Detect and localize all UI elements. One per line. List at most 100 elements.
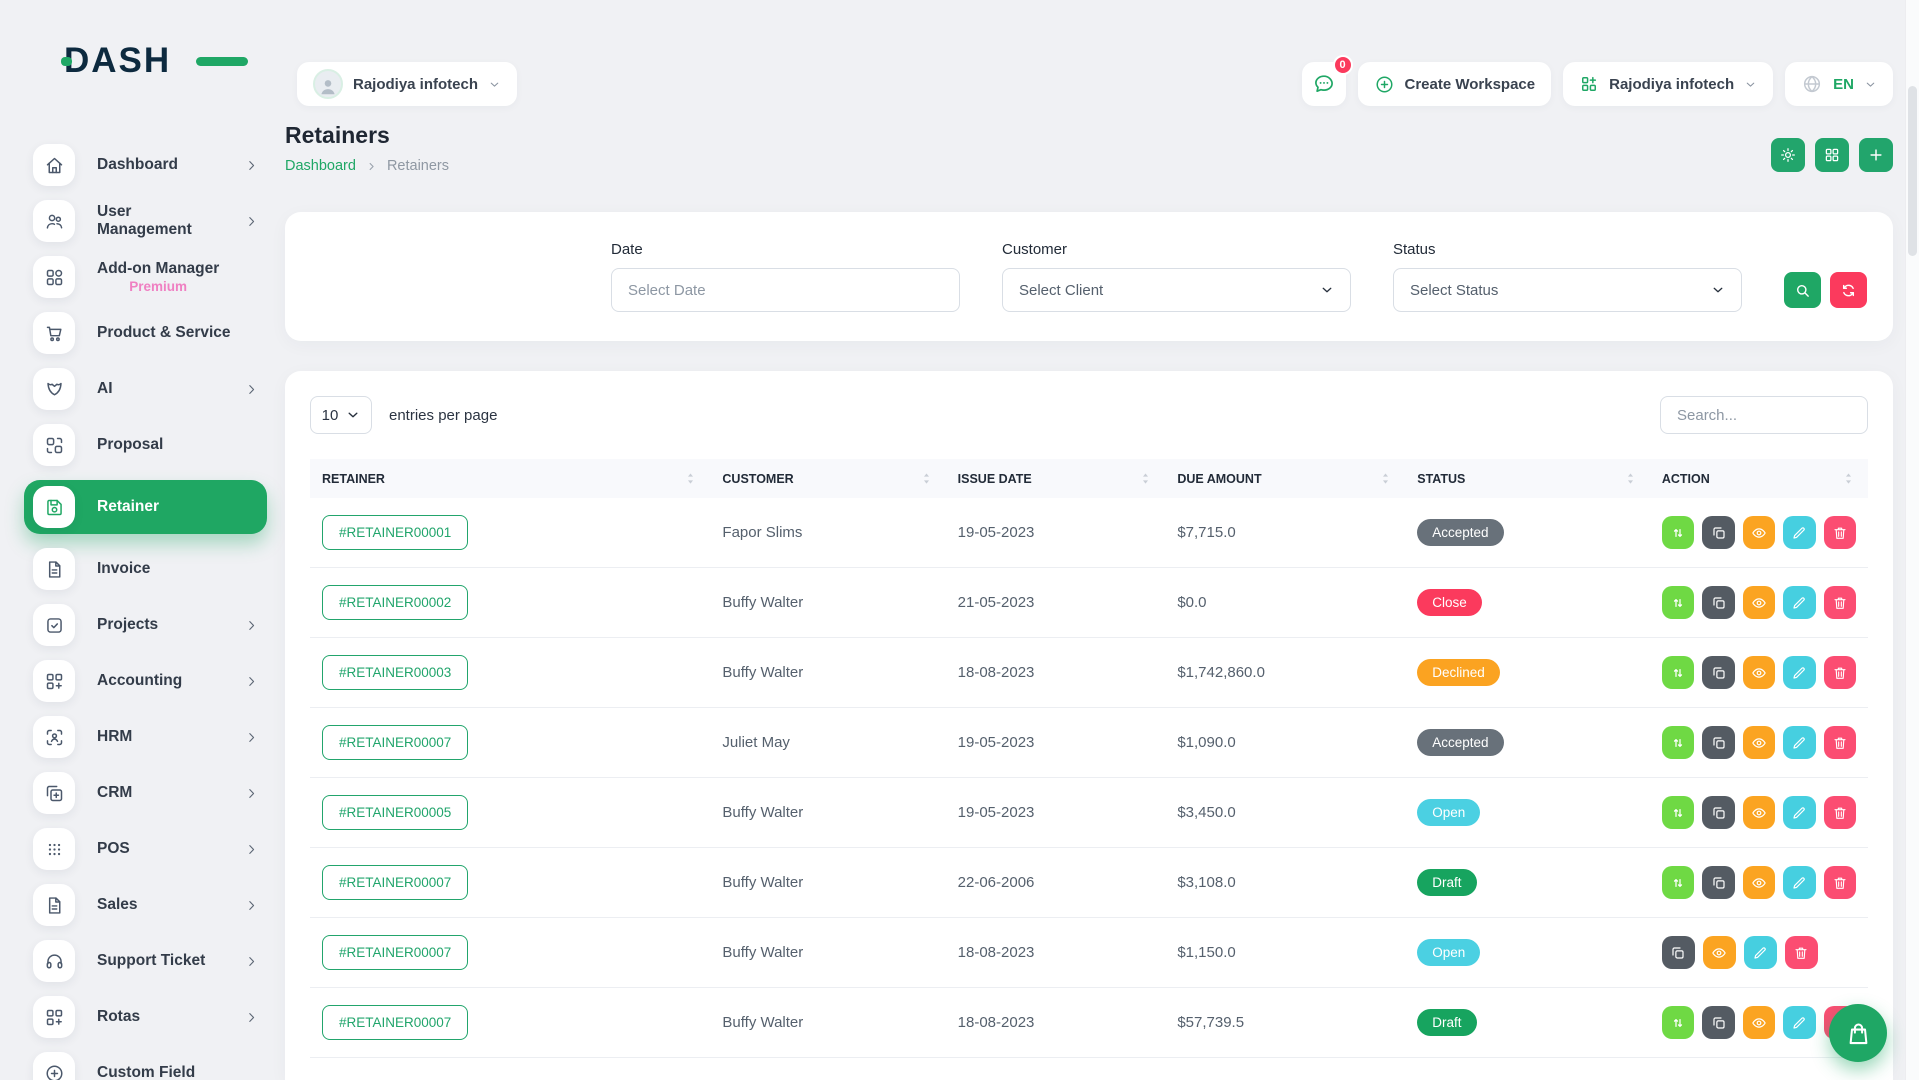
sidebar-item-projects[interactable]: Projects [24, 604, 267, 646]
date-input[interactable] [611, 268, 960, 312]
convert-button[interactable] [1662, 726, 1694, 759]
edit-button[interactable] [1783, 656, 1815, 689]
scrollbar-thumb[interactable] [1908, 86, 1917, 256]
company-dropdown[interactable]: Rajodiya infotech [1563, 62, 1773, 106]
copy-button[interactable] [1662, 936, 1695, 969]
convert-button[interactable] [1662, 656, 1694, 689]
sidebar-item-rotas[interactable]: Rotas [24, 996, 267, 1038]
sidebar-item-label: Accounting [97, 672, 182, 690]
sort-icon[interactable] [1623, 471, 1638, 486]
sort-icon[interactable] [683, 471, 698, 486]
status-select[interactable]: Select Status [1393, 268, 1742, 312]
convert-button[interactable] [1662, 866, 1694, 899]
delete-button[interactable] [1824, 796, 1856, 829]
column-header-customer[interactable]: CUSTOMER [710, 459, 945, 498]
reset-filter-button[interactable] [1830, 272, 1867, 308]
edit-button[interactable] [1783, 796, 1815, 829]
copy-button[interactable] [1702, 656, 1734, 689]
sidebar-item-invoice[interactable]: Invoice [24, 548, 267, 590]
table-search-input[interactable] [1660, 396, 1868, 434]
column-header-issue-date[interactable]: ISSUE DATE [946, 459, 1166, 498]
view-button[interactable] [1743, 656, 1775, 689]
retainer-number-link[interactable]: #RETAINER00007 [322, 725, 468, 760]
sort-icon[interactable] [1378, 471, 1393, 486]
messages-button[interactable]: 0 [1302, 62, 1346, 106]
grid-view-button[interactable] [1815, 138, 1849, 172]
sidebar-item-sales[interactable]: Sales [24, 884, 267, 926]
sidebar-item-product-service[interactable]: Product & Service [24, 312, 267, 354]
workspace-chip[interactable]: Rajodiya infotech [297, 62, 517, 106]
sidebar-item-hrm[interactable]: HRM [24, 716, 267, 758]
retainer-number-link[interactable]: #RETAINER00002 [322, 585, 468, 620]
view-button[interactable] [1743, 586, 1775, 619]
sidebar-item-retainer[interactable]: Retainer [24, 480, 267, 534]
column-header-status[interactable]: STATUS [1405, 459, 1650, 498]
delete-button[interactable] [1785, 936, 1818, 969]
sort-icon[interactable] [919, 471, 934, 486]
retainer-number-link[interactable]: #RETAINER00001 [322, 515, 468, 550]
edit-button[interactable] [1744, 936, 1777, 969]
scrollbar-track[interactable] [1905, 0, 1919, 1080]
copy-button[interactable] [1702, 796, 1734, 829]
view-button[interactable] [1743, 866, 1775, 899]
sort-icon[interactable] [1841, 471, 1856, 486]
retainer-number-link[interactable]: #RETAINER00003 [322, 655, 468, 690]
edit-button[interactable] [1783, 1006, 1815, 1039]
sidebar-item-add-on-manager[interactable]: Add-on ManagerPremium [24, 256, 267, 298]
sidebar-item-proposal[interactable]: Proposal [24, 424, 267, 466]
create-workspace-button[interactable]: Create Workspace [1358, 62, 1552, 106]
convert-button[interactable] [1662, 796, 1694, 829]
convert-button[interactable] [1662, 586, 1694, 619]
page-size-select[interactable]: 10 [310, 396, 372, 434]
add-retainer-button[interactable] [1859, 138, 1893, 172]
copy-button[interactable] [1702, 516, 1734, 549]
delete-button[interactable] [1824, 586, 1856, 619]
cart-fab[interactable] [1829, 1004, 1887, 1062]
edit-button[interactable] [1783, 586, 1815, 619]
delete-button[interactable] [1824, 866, 1856, 899]
breadcrumb-dashboard-link[interactable]: Dashboard [285, 158, 356, 174]
delete-button[interactable] [1824, 516, 1856, 549]
copy-button[interactable] [1702, 866, 1734, 899]
copy-button[interactable] [1702, 586, 1734, 619]
view-button[interactable] [1743, 516, 1775, 549]
column-header-retainer[interactable]: RETAINER [310, 459, 710, 498]
retainer-number-link[interactable]: #RETAINER00007 [322, 935, 468, 970]
view-button[interactable] [1703, 936, 1736, 969]
copy-button[interactable] [1702, 726, 1734, 759]
sidebar-item-ai[interactable]: AI [24, 368, 267, 410]
status-badge: Open [1417, 799, 1480, 826]
view-button[interactable] [1743, 1006, 1775, 1039]
edit-button[interactable] [1783, 516, 1815, 549]
sidebar-item-accounting[interactable]: Accounting [24, 660, 267, 702]
view-button[interactable] [1743, 726, 1775, 759]
sidebar-item-crm[interactable]: CRM [24, 772, 267, 814]
retainers-table: RETAINERCUSTOMERISSUE DATEDUE AMOUNTSTAT… [310, 459, 1868, 1058]
copy-button[interactable] [1702, 1006, 1734, 1039]
sidebar-item-user-management[interactable]: User Management [24, 200, 267, 242]
view-button[interactable] [1743, 796, 1775, 829]
convert-button[interactable] [1662, 1006, 1694, 1039]
brand-logo[interactable]: DASH [64, 40, 214, 82]
column-header-action[interactable]: ACTION [1650, 459, 1868, 498]
column-header-due-amount[interactable]: DUE AMOUNT [1165, 459, 1405, 498]
retainer-number-link[interactable]: #RETAINER00005 [322, 795, 468, 830]
retainer-number-link[interactable]: #RETAINER00007 [322, 865, 468, 900]
sidebar-item-custom-field[interactable]: Custom Field [24, 1052, 267, 1080]
language-dropdown[interactable]: EN [1785, 62, 1893, 106]
edit-button[interactable] [1783, 726, 1815, 759]
edit-button[interactable] [1783, 866, 1815, 899]
convert-button[interactable] [1662, 516, 1694, 549]
retainer-number-link[interactable]: #RETAINER00007 [322, 1005, 468, 1040]
sidebar-item-label: HRM [97, 728, 132, 746]
sort-icon[interactable] [1138, 471, 1153, 486]
sidebar-item-pos[interactable]: POS [24, 828, 267, 870]
apply-filter-button[interactable] [1784, 272, 1821, 308]
chevron-down-icon [1864, 78, 1877, 91]
sidebar-item-dashboard[interactable]: Dashboard [24, 144, 267, 186]
sidebar-item-support-ticket[interactable]: Support Ticket [24, 940, 267, 982]
delete-button[interactable] [1824, 656, 1856, 689]
delete-button[interactable] [1824, 726, 1856, 759]
settings-button[interactable] [1771, 138, 1805, 172]
customer-select[interactable]: Select Client [1002, 268, 1351, 312]
